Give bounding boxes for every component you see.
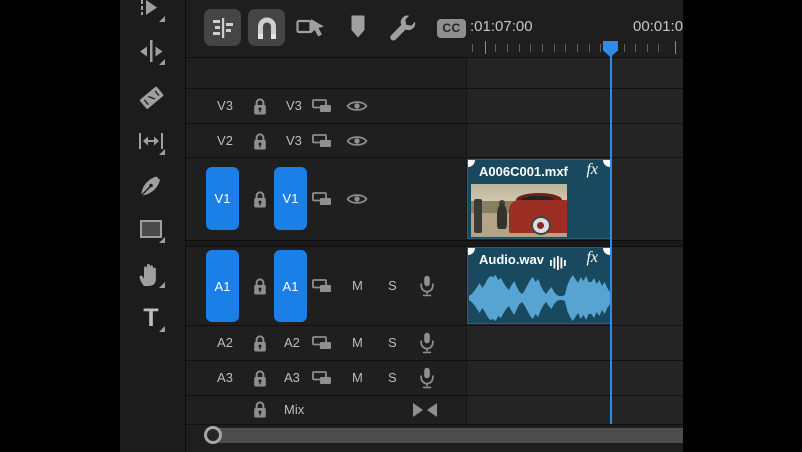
flyout-triangle [159, 282, 165, 288]
source-patch-v3[interactable]: V3 [210, 98, 240, 114]
thumbnail-person [497, 204, 507, 228]
playhead-line[interactable] [610, 55, 612, 424]
row-divider [186, 123, 683, 124]
sync-lock-icon[interactable] [312, 99, 332, 113]
mute-button[interactable]: M [352, 370, 363, 386]
zoom-handle[interactable] [204, 426, 222, 444]
row-divider [186, 395, 683, 396]
lock-icon[interactable] [252, 277, 268, 296]
row-divider [186, 157, 683, 158]
voiceover-mic-icon[interactable] [419, 367, 435, 389]
mute-button[interactable]: M [352, 335, 363, 351]
fade-handle-icon[interactable] [467, 159, 475, 167]
row-divider [186, 360, 683, 361]
premiere-timeline-screen: T CC :01:07:00 00:01:0 V3 V3 V2 V3 [0, 0, 802, 452]
pen-tool-icon[interactable] [136, 170, 166, 200]
thumbnail-gas-pump [474, 199, 482, 233]
track-target-v1-button[interactable]: V1 [274, 167, 307, 230]
track-target-a1-button[interactable]: A1 [274, 250, 307, 322]
sync-lock-icon[interactable] [312, 279, 332, 293]
playhead-head[interactable] [602, 40, 619, 58]
row-divider [186, 88, 683, 89]
horizontal-scrollbar[interactable] [212, 428, 683, 443]
flyout-triangle [159, 326, 165, 332]
lock-icon[interactable] [252, 190, 268, 209]
right-black-mask [683, 0, 802, 452]
track-name-v2[interactable]: V3 [286, 133, 302, 149]
track-name-mix[interactable]: Mix [284, 402, 304, 418]
sync-lock-icon[interactable] [312, 371, 332, 385]
mute-button[interactable]: M [352, 278, 363, 294]
solo-button[interactable]: S [388, 278, 397, 294]
razor-tool-icon[interactable] [136, 81, 166, 111]
video-clip-thumbnail [471, 184, 567, 237]
source-patch-v1-button[interactable]: V1 [206, 167, 239, 230]
fade-handle-icon[interactable] [467, 247, 475, 255]
track-name-v3[interactable]: V3 [286, 98, 302, 114]
voiceover-mic-icon[interactable] [419, 275, 435, 297]
source-patch-a1-button[interactable]: A1 [206, 250, 239, 322]
audio-waveform [469, 273, 610, 323]
left-black-mask [0, 0, 120, 452]
mix-bowtie-icon[interactable] [412, 402, 438, 418]
video-audio-divider[interactable] [186, 240, 683, 247]
waveform-badge-icon [550, 256, 566, 270]
slip-tool-icon[interactable] [136, 126, 166, 156]
fx-badge: fx [586, 161, 598, 179]
track-name-a3[interactable]: A3 [284, 370, 300, 386]
sync-lock-icon[interactable] [312, 134, 332, 148]
sync-lock-icon[interactable] [312, 192, 332, 206]
voiceover-mic-icon[interactable] [419, 332, 435, 354]
audio-clip[interactable]: Audio.wav fx [467, 247, 611, 324]
type-tool-icon[interactable]: T [136, 303, 166, 333]
time-ruler[interactable] [0, 0, 802, 60]
track-name-a2[interactable]: A2 [284, 335, 300, 351]
solo-button[interactable]: S [388, 370, 397, 386]
header-content-separator [466, 58, 467, 424]
lock-icon[interactable] [252, 334, 268, 353]
sync-lock-icon[interactable] [312, 336, 332, 350]
flyout-triangle [159, 237, 165, 243]
fx-badge: fx [586, 249, 598, 267]
source-patch-v2[interactable]: V2 [210, 133, 240, 149]
eye-track-output-icon[interactable] [346, 99, 368, 113]
flyout-triangle [159, 149, 165, 155]
audio-clip-title: Audio.wav [479, 252, 544, 267]
row-divider [186, 325, 683, 326]
lock-icon[interactable] [252, 369, 268, 388]
source-patch-a2[interactable]: A2 [210, 335, 240, 351]
eye-track-output-icon[interactable] [346, 134, 368, 148]
source-patch-a3[interactable]: A3 [210, 370, 240, 386]
lock-icon[interactable] [252, 97, 268, 116]
lock-icon[interactable] [252, 132, 268, 151]
hand-tool-icon[interactable] [136, 259, 166, 289]
eye-track-output-icon[interactable] [346, 192, 368, 206]
solo-button[interactable]: S [388, 335, 397, 351]
lock-icon[interactable] [252, 400, 268, 419]
thumbnail-car-wheel [531, 216, 551, 235]
video-clip-title: A006C001.mxf [479, 164, 568, 179]
video-clip[interactable]: A006C001.mxf fx [467, 159, 611, 239]
rectangle-tool-icon[interactable] [136, 214, 166, 244]
